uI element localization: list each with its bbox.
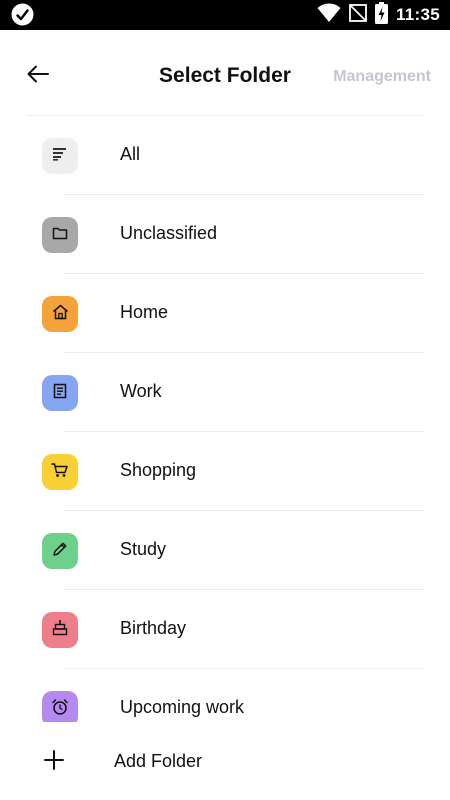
folder-item-upcoming-work[interactable]: Upcoming work bbox=[0, 669, 450, 722]
check-badge-icon bbox=[11, 3, 34, 26]
folder-label: Shopping bbox=[120, 460, 197, 480]
cake-icon bbox=[52, 619, 68, 641]
folder-item-work[interactable]: Work bbox=[0, 353, 450, 432]
status-bar: 11:35 bbox=[0, 0, 450, 30]
header: Select Folder Management bbox=[0, 30, 450, 116]
folder-item-shopping[interactable]: Shopping bbox=[0, 432, 450, 511]
no-signal-icon bbox=[349, 3, 367, 27]
folder-icon-tile bbox=[42, 217, 78, 253]
folder-item-study[interactable]: Study bbox=[0, 511, 450, 590]
folder-list: All Unclassified Home Work Shopping Stud… bbox=[0, 116, 450, 722]
folder-label: Unclassified bbox=[120, 223, 218, 243]
folder-item-birthday[interactable]: Birthday bbox=[0, 590, 450, 669]
folder-item-home[interactable]: Home bbox=[0, 274, 450, 353]
folder-icon-tile bbox=[42, 454, 78, 490]
folder-icon-tile bbox=[42, 612, 78, 648]
folder-icon bbox=[52, 226, 68, 245]
list-icon bbox=[52, 147, 68, 166]
pencil-icon bbox=[52, 541, 68, 562]
folder-label: Upcoming work bbox=[120, 697, 245, 717]
wifi-icon bbox=[317, 3, 341, 28]
folder-label: All bbox=[120, 144, 141, 164]
cart-icon bbox=[51, 462, 69, 483]
plus-icon bbox=[42, 748, 66, 772]
management-button[interactable]: Management bbox=[333, 68, 431, 86]
folder-label: Home bbox=[120, 302, 169, 322]
folder-icon-tile bbox=[42, 375, 78, 411]
add-folder-label: Add Folder bbox=[114, 751, 203, 771]
folder-icon-tile bbox=[42, 691, 78, 722]
folder-icon-tile bbox=[42, 296, 78, 332]
document-icon bbox=[53, 383, 67, 404]
folder-icon-tile bbox=[42, 533, 78, 569]
alarm-clock-icon bbox=[51, 698, 69, 721]
status-time: 11:35 bbox=[395, 5, 440, 24]
add-folder-button[interactable]: Add Folder bbox=[0, 722, 450, 800]
folder-label: Work bbox=[120, 381, 162, 401]
folder-label: Birthday bbox=[120, 618, 187, 638]
battery-charging-icon bbox=[374, 1, 388, 29]
folder-item-all[interactable]: All bbox=[0, 116, 450, 195]
house-icon bbox=[52, 304, 69, 325]
folder-item-unclassified[interactable]: Unclassified bbox=[0, 195, 450, 274]
folder-icon-tile bbox=[42, 138, 78, 174]
folder-label: Study bbox=[120, 539, 167, 559]
